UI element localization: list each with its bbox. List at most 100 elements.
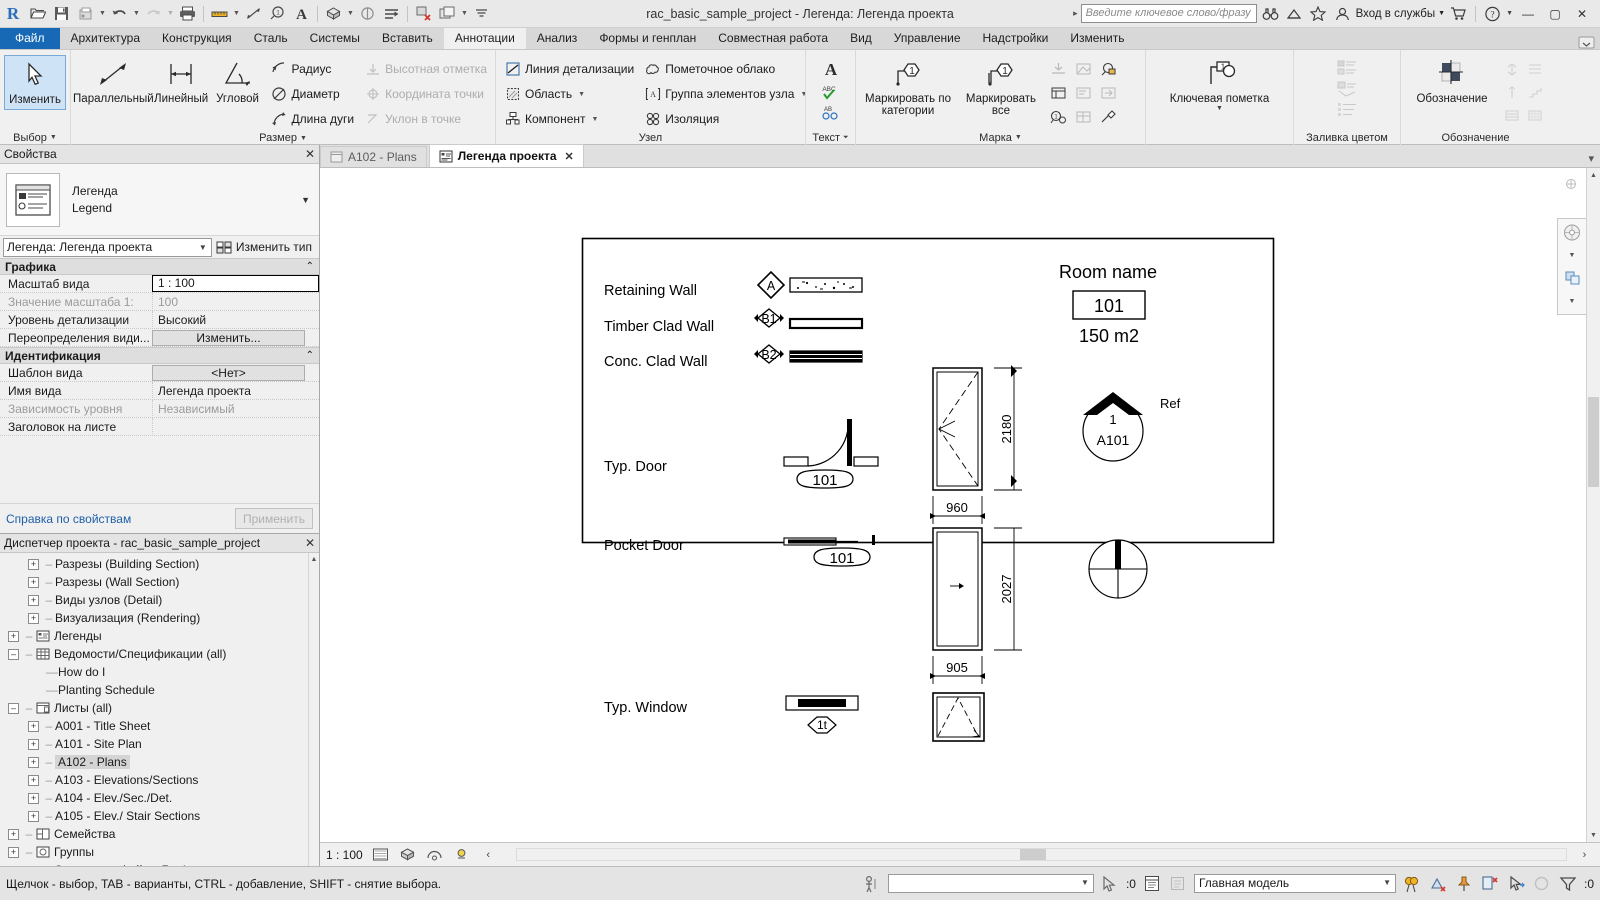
- chevron-down-icon[interactable]: ▼: [1081, 878, 1089, 887]
- property-row-detail-level[interactable]: Уровень детализации Высокий: [0, 310, 319, 329]
- ribbon-tab-insert[interactable]: Вставить: [371, 28, 444, 49]
- tag-by-category-button[interactable]: 1 Маркировать по категории: [860, 55, 956, 120]
- expander-icon[interactable]: +: [28, 612, 39, 624]
- radial-dimension-button[interactable]: Радиус: [267, 57, 359, 81]
- tree-item-sheets[interactable]: – – Листы (all): [0, 699, 308, 717]
- property-row-view-template[interactable]: Шаблон вида <Нет>: [0, 364, 319, 382]
- sign-in-button[interactable]: Вход в службы ▼: [1356, 8, 1445, 20]
- panel-title-dimension[interactable]: Размер ▼: [75, 131, 491, 145]
- ribbon-collapse-control[interactable]: [1578, 36, 1600, 49]
- scroll-down-arrow-icon[interactable]: ▼: [1587, 828, 1600, 842]
- ribbon-tab-analyze[interactable]: Анализ: [526, 28, 589, 49]
- arc-length-button[interactable]: Длина дуги: [267, 107, 359, 131]
- pan-icon[interactable]: [1561, 268, 1583, 288]
- aligned-dimension-button[interactable]: Параллельный: [73, 55, 154, 108]
- ribbon-tab-massing-site[interactable]: Формы и генплан: [588, 28, 707, 49]
- symbol-button[interactable]: Обозначение: [1405, 55, 1499, 108]
- detail-line-button[interactable]: Линия детализации: [500, 57, 638, 81]
- panel-dialog-launcher-icon[interactable]: ⏷: [843, 134, 849, 142]
- undo-icon[interactable]: [108, 3, 131, 25]
- region-button[interactable]: Область ▼: [500, 82, 638, 106]
- expander-icon[interactable]: +: [8, 828, 19, 840]
- material-tag-icon[interactable]: [1096, 57, 1120, 80]
- select-by-face-icon[interactable]: [1480, 874, 1500, 894]
- panel-title-select[interactable]: Выбор ▼: [4, 130, 66, 145]
- chevron-down-icon[interactable]: ▼: [300, 135, 307, 142]
- ribbon-tab-manage[interactable]: Управление: [883, 28, 972, 49]
- expander-icon[interactable]: +: [28, 558, 39, 570]
- property-row-view-scale[interactable]: Масштаб вида 1 : 100: [0, 275, 319, 293]
- detail-group-button[interactable]: A Группа элементов узла ▼: [640, 82, 811, 106]
- sign-in-dropdown-icon[interactable]: ▼: [1438, 10, 1445, 17]
- show-more-icon[interactable]: ‹: [479, 846, 498, 864]
- property-row-sheet-title[interactable]: Заголовок на листе: [0, 417, 319, 436]
- search-binoculars-icon[interactable]: [1260, 3, 1281, 24]
- tree-item-building-section[interactable]: + – Разрезы (Building Section): [0, 555, 308, 573]
- spell-check-icon[interactable]: ABC: [820, 81, 842, 101]
- tree-item-how-do-i[interactable]: — How do I: [0, 663, 308, 681]
- ribbon-tab-steel[interactable]: Сталь: [243, 28, 299, 49]
- redo-dropdown-icon[interactable]: ▼: [166, 3, 175, 25]
- maximize-button[interactable]: ▢: [1543, 3, 1567, 24]
- properties-help-link[interactable]: Справка по свойствам: [6, 512, 131, 526]
- filter-icon[interactable]: [1558, 874, 1578, 894]
- chevron-down-icon[interactable]: ▼: [1015, 134, 1022, 141]
- expander-icon[interactable]: +: [28, 774, 39, 786]
- expander-icon[interactable]: +: [28, 810, 39, 822]
- measure-dropdown-icon[interactable]: ▼: [232, 3, 241, 25]
- save-as-icon[interactable]: [74, 3, 97, 25]
- press-drag-icon[interactable]: [862, 874, 882, 894]
- canvas-horizontal-scrollbar[interactable]: [515, 848, 1567, 861]
- text-button[interactable]: A: [821, 57, 841, 80]
- tag-leader-icon[interactable]: [1096, 105, 1120, 128]
- view-tab-a102-plans[interactable]: A102 - Plans: [320, 146, 427, 167]
- expander-icon[interactable]: +: [28, 720, 39, 732]
- expander-icon[interactable]: +: [28, 576, 39, 588]
- app-store-cart-icon[interactable]: [1448, 3, 1469, 24]
- chevron-down-icon[interactable]: ▼: [301, 195, 313, 205]
- select-pinned-icon[interactable]: [1454, 874, 1474, 894]
- view-tab-overflow-icon[interactable]: ▾: [1582, 152, 1600, 167]
- panel-title-text[interactable]: Текст ⏷: [810, 130, 851, 145]
- text-icon[interactable]: A: [290, 3, 313, 25]
- switch-windows-dropdown-icon[interactable]: ▼: [460, 3, 469, 25]
- switch-windows-icon[interactable]: [436, 3, 459, 25]
- measure-icon[interactable]: [208, 3, 231, 25]
- type-selector-dropdown[interactable]: Легенда: Легенда проекта ▼: [3, 237, 212, 257]
- property-value-view-template[interactable]: <Нет>: [152, 364, 305, 381]
- tree-item-legends[interactable]: + – Легенды: [0, 627, 308, 645]
- property-value-view-name[interactable]: Легенда проекта: [152, 381, 319, 400]
- expander-icon[interactable]: –: [8, 648, 19, 660]
- insulation-button[interactable]: Изоляция: [640, 107, 811, 131]
- selection-filter-dropdown[interactable]: ▼: [887, 874, 1094, 893]
- chevron-down-icon[interactable]: ▼: [50, 134, 57, 141]
- chevron-up-icon[interactable]: ⌃: [306, 350, 314, 361]
- edit-type-button[interactable]: Изменить тип: [216, 240, 316, 255]
- help-dropdown-icon[interactable]: ▼: [1506, 10, 1513, 17]
- save-as-dropdown-icon[interactable]: ▼: [98, 3, 107, 25]
- revision-cloud-button[interactable]: Пометочное облако: [640, 57, 811, 81]
- property-row-visibility-overrides[interactable]: Переопределения види... Изменить...: [0, 329, 319, 347]
- properties-group-graphics[interactable]: Графика ⌃: [0, 258, 319, 275]
- model-selector-dropdown[interactable]: Главная модель ▼: [1193, 874, 1396, 893]
- ribbon-tab-view[interactable]: Вид: [839, 28, 883, 49]
- close-hidden-windows-icon[interactable]: [412, 3, 435, 25]
- property-value-detail-level[interactable]: Высокий: [152, 310, 319, 329]
- expander-icon[interactable]: +: [28, 756, 39, 768]
- scroll-up-arrow-icon[interactable]: ▲: [309, 553, 319, 566]
- tree-item-schedules[interactable]: – – Ведомости/Спецификации (all): [0, 645, 308, 663]
- property-value-view-scale[interactable]: 1 : 100: [152, 275, 319, 292]
- steering-wheel-icon[interactable]: [1561, 222, 1583, 242]
- browser-scrollbar[interactable]: ▲: [308, 553, 319, 866]
- canvas-vertical-scrollbar[interactable]: ▲ ▼: [1586, 168, 1600, 842]
- close-icon[interactable]: ✕: [305, 536, 315, 550]
- print-icon[interactable]: [176, 3, 199, 25]
- component-button[interactable]: Компонент ▼: [500, 107, 638, 131]
- ribbon-tab-addins[interactable]: Надстройки: [972, 28, 1060, 49]
- angular-dimension-button[interactable]: Угловой: [211, 55, 265, 108]
- redo-icon[interactable]: [142, 3, 165, 25]
- close-button[interactable]: ✕: [1570, 3, 1594, 24]
- workset-icon[interactable]: [1142, 874, 1162, 894]
- sun-path-icon[interactable]: [425, 846, 444, 864]
- ribbon-tab-structure[interactable]: Конструкция: [151, 28, 243, 49]
